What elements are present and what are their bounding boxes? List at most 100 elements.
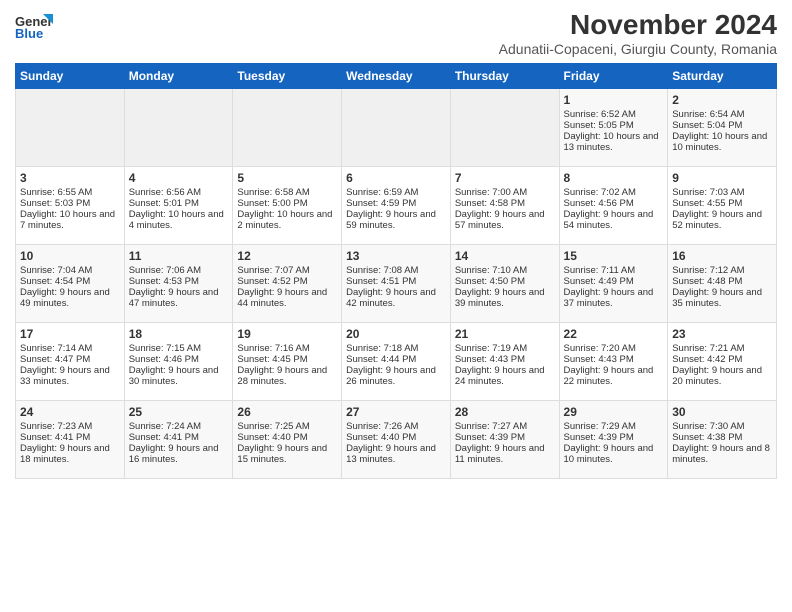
sunset: Sunset: 4:41 PM xyxy=(20,432,90,443)
sunset: Sunset: 4:52 PM xyxy=(237,276,307,287)
daylight: Daylight: 9 hours and 20 minutes. xyxy=(672,365,762,387)
sunset: Sunset: 5:00 PM xyxy=(237,198,307,209)
sunrise: Sunrise: 6:59 AM xyxy=(346,187,418,198)
sunset: Sunset: 4:48 PM xyxy=(672,276,742,287)
logo: General Blue xyxy=(15,10,53,42)
sunrise: Sunrise: 7:14 AM xyxy=(20,343,92,354)
sunset: Sunset: 4:54 PM xyxy=(20,276,90,287)
sunrise: Sunrise: 7:29 AM xyxy=(564,421,636,432)
calendar-cell xyxy=(233,88,342,166)
calendar-week-2: 10Sunrise: 7:04 AMSunset: 4:54 PMDayligh… xyxy=(16,244,777,322)
day-number: 12 xyxy=(237,249,337,263)
calendar-cell: 30Sunrise: 7:30 AMSunset: 4:38 PMDayligh… xyxy=(668,400,777,478)
daylight: Daylight: 9 hours and 16 minutes. xyxy=(129,443,219,465)
calendar-cell: 5 Sunrise: 6:58 AMSunset: 5:00 PMDaylight… xyxy=(233,166,342,244)
calendar-cell: 16Sunrise: 7:12 AMSunset: 4:48 PMDayligh… xyxy=(668,244,777,322)
daylight: Daylight: 9 hours and 57 minutes. xyxy=(455,209,545,231)
calendar-week-3: 17Sunrise: 7:14 AMSunset: 4:47 PMDayligh… xyxy=(16,322,777,400)
calendar-cell: 7 Sunrise: 7:00 AMSunset: 4:58 PMDaylight… xyxy=(450,166,559,244)
day-number: 7 xyxy=(455,171,555,185)
sunset: Sunset: 4:43 PM xyxy=(455,354,525,365)
sunset: Sunset: 5:01 PM xyxy=(129,198,199,209)
sunset: Sunset: 4:53 PM xyxy=(129,276,199,287)
calendar-cell: 15Sunrise: 7:11 AMSunset: 4:49 PMDayligh… xyxy=(559,244,668,322)
sunrise: Sunrise: 7:04 AM xyxy=(20,265,92,276)
daylight: Daylight: 9 hours and 24 minutes. xyxy=(455,365,545,387)
calendar-cell: 27Sunrise: 7:26 AMSunset: 4:40 PMDayligh… xyxy=(342,400,451,478)
day-number: 24 xyxy=(20,405,120,419)
day-number: 23 xyxy=(672,327,772,341)
calendar-cell xyxy=(124,88,233,166)
daylight: Daylight: 9 hours and 37 minutes. xyxy=(564,287,654,309)
calendar-cell: 19Sunrise: 7:16 AMSunset: 4:45 PMDayligh… xyxy=(233,322,342,400)
daylight: Daylight: 9 hours and 49 minutes. xyxy=(20,287,110,309)
sunset: Sunset: 4:45 PM xyxy=(237,354,307,365)
daylight: Daylight: 9 hours and 47 minutes. xyxy=(129,287,219,309)
sunrise: Sunrise: 7:08 AM xyxy=(346,265,418,276)
sunset: Sunset: 4:39 PM xyxy=(455,432,525,443)
sunrise: Sunrise: 7:02 AM xyxy=(564,187,636,198)
sunrise: Sunrise: 6:52 AM xyxy=(564,109,636,120)
calendar-week-4: 24Sunrise: 7:23 AMSunset: 4:41 PMDayligh… xyxy=(16,400,777,478)
sunrise: Sunrise: 7:11 AM xyxy=(564,265,636,276)
day-number: 2 xyxy=(672,93,772,107)
calendar-cell: 22Sunrise: 7:20 AMSunset: 4:43 PMDayligh… xyxy=(559,322,668,400)
day-number: 5 xyxy=(237,171,337,185)
daylight: Daylight: 9 hours and 33 minutes. xyxy=(20,365,110,387)
sunset: Sunset: 4:40 PM xyxy=(346,432,416,443)
sunrise: Sunrise: 7:21 AM xyxy=(672,343,744,354)
month-title: November 2024 xyxy=(499,10,777,41)
sunset: Sunset: 4:49 PM xyxy=(564,276,634,287)
day-number: 19 xyxy=(237,327,337,341)
day-number: 18 xyxy=(129,327,229,341)
day-number: 3 xyxy=(20,171,120,185)
day-number: 8 xyxy=(564,171,664,185)
weekday-header-friday: Friday xyxy=(559,63,668,88)
calendar-cell: 28Sunrise: 7:27 AMSunset: 4:39 PMDayligh… xyxy=(450,400,559,478)
calendar-cell: 11Sunrise: 7:06 AMSunset: 4:53 PMDayligh… xyxy=(124,244,233,322)
sunrise: Sunrise: 6:54 AM xyxy=(672,109,744,120)
daylight: Daylight: 9 hours and 10 minutes. xyxy=(564,443,654,465)
title-section: November 2024 Adunatii-Copaceni, Giurgiu… xyxy=(499,10,777,57)
sunset: Sunset: 4:39 PM xyxy=(564,432,634,443)
calendar-cell: 23Sunrise: 7:21 AMSunset: 4:42 PMDayligh… xyxy=(668,322,777,400)
daylight: Daylight: 9 hours and 35 minutes. xyxy=(672,287,762,309)
sunrise: Sunrise: 7:10 AM xyxy=(455,265,527,276)
daylight: Daylight: 9 hours and 59 minutes. xyxy=(346,209,436,231)
day-number: 29 xyxy=(564,405,664,419)
sunrise: Sunrise: 7:30 AM xyxy=(672,421,744,432)
day-number: 25 xyxy=(129,405,229,419)
day-number: 13 xyxy=(346,249,446,263)
day-number: 26 xyxy=(237,405,337,419)
sunset: Sunset: 4:47 PM xyxy=(20,354,90,365)
daylight: Daylight: 9 hours and 39 minutes. xyxy=(455,287,545,309)
sunrise: Sunrise: 7:06 AM xyxy=(129,265,201,276)
sunrise: Sunrise: 7:00 AM xyxy=(455,187,527,198)
sunset: Sunset: 4:58 PM xyxy=(455,198,525,209)
sunrise: Sunrise: 7:19 AM xyxy=(455,343,527,354)
calendar-cell: 29 Sunrise: 7:29 AMSunset: 4:39 PMDayligh… xyxy=(559,400,668,478)
weekday-header-wednesday: Wednesday xyxy=(342,63,451,88)
daylight: Daylight: 9 hours and 44 minutes. xyxy=(237,287,327,309)
sunset: Sunset: 4:59 PM xyxy=(346,198,416,209)
calendar-cell: 17Sunrise: 7:14 AMSunset: 4:47 PMDayligh… xyxy=(16,322,125,400)
day-number: 1 xyxy=(564,93,664,107)
daylight: Daylight: 10 hours and 4 minutes. xyxy=(129,209,224,231)
svg-text:Blue: Blue xyxy=(15,26,43,41)
daylight: Daylight: 10 hours and 13 minutes. xyxy=(564,131,659,153)
weekday-header-monday: Monday xyxy=(124,63,233,88)
day-number: 20 xyxy=(346,327,446,341)
daylight: Daylight: 9 hours and 42 minutes. xyxy=(346,287,436,309)
calendar-week-0: 1Sunrise: 6:52 AMSunset: 5:05 PMDaylight… xyxy=(16,88,777,166)
daylight: Daylight: 10 hours and 10 minutes. xyxy=(672,131,767,153)
calendar-cell: 10Sunrise: 7:04 AMSunset: 4:54 PMDayligh… xyxy=(16,244,125,322)
sunrise: Sunrise: 7:16 AM xyxy=(237,343,309,354)
calendar-cell: 20Sunrise: 7:18 AMSunset: 4:44 PMDayligh… xyxy=(342,322,451,400)
day-number: 6 xyxy=(346,171,446,185)
day-number: 30 xyxy=(672,405,772,419)
sunrise: Sunrise: 6:58 AM xyxy=(237,187,309,198)
daylight: Daylight: 10 hours and 2 minutes. xyxy=(237,209,332,231)
weekday-header-thursday: Thursday xyxy=(450,63,559,88)
calendar-cell: 6 Sunrise: 6:59 AMSunset: 4:59 PMDaylight… xyxy=(342,166,451,244)
sunrise: Sunrise: 7:12 AM xyxy=(672,265,744,276)
